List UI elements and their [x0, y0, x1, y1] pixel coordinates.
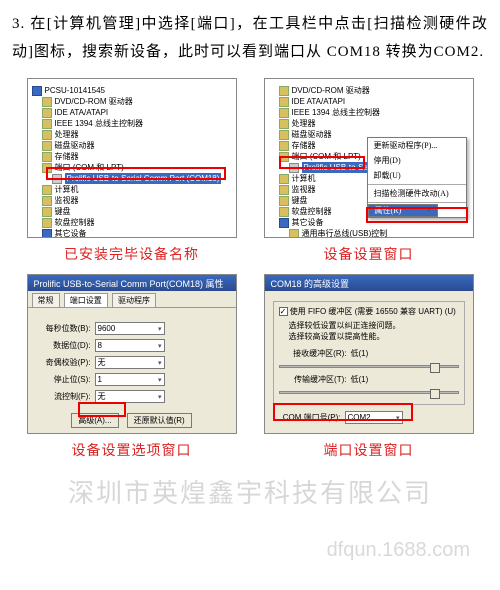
caption-top-right: 设备设置窗口 — [324, 244, 414, 264]
stop-select[interactable]: 1 — [95, 373, 165, 386]
tree-root: PCSU-10141545 — [32, 85, 232, 96]
cell-top-left: PCSU-10141545 DVD/CD-ROM 驱动器 IDE ATA/ATA… — [18, 78, 245, 264]
caption-top-left: 已安装完毕设备名称 — [64, 244, 199, 264]
tx-label: 传输缓冲区(T): — [279, 374, 347, 385]
step-number: 3. — [12, 16, 25, 32]
rx-slider[interactable] — [279, 365, 459, 368]
dialog-tabs: 常规 端口设置 驱动程序 — [28, 291, 236, 308]
tab-port-settings[interactable]: 端口设置 — [64, 293, 108, 307]
advanced-button[interactable]: 高级(A)... — [71, 413, 118, 428]
parity-select[interactable]: 无 — [95, 356, 165, 369]
menu-disable[interactable]: 停用(D) — [368, 153, 466, 168]
cell-bottom-right: COM18 的高级设置 ✓ 使用 FIFO 缓冲区 (需要 16550 兼容 U… — [255, 274, 482, 460]
cell-top-right: DVD/CD-ROM 驱动器 IDE ATA/ATAPI IEEE 1394 总… — [255, 78, 482, 264]
watermark-company: 深圳市英煌鑫宇科技有限公司 — [0, 473, 500, 510]
context-menu: 更新驱动程序(P)... 停用(D) 卸载(U) 扫描检测硬件改动(A) 属性(… — [367, 137, 467, 218]
baud-label: 每秒位数(B): — [36, 323, 91, 334]
screenshot-device-tree: PCSU-10141545 DVD/CD-ROM 驱动器 IDE ATA/ATA… — [27, 78, 237, 238]
menu-properties[interactable]: 属性(R) — [368, 204, 438, 217]
tx-slider[interactable] — [279, 391, 459, 394]
screenshot-advanced-settings: COM18 的高级设置 ✓ 使用 FIFO 缓冲区 (需要 16550 兼容 U… — [264, 274, 474, 434]
cell-bottom-left: Prolific USB-to-Serial Comm Port(COM18) … — [18, 274, 245, 460]
caption-bottom-left: 设备设置选项窗口 — [72, 440, 192, 460]
hint2: 选择较高设置以提高性能。 — [279, 331, 459, 342]
fifo-checkbox[interactable]: ✓ — [279, 307, 288, 316]
fifo-label: 使用 FIFO 缓冲区 (需要 16550 兼容 UART) (U) — [290, 307, 456, 316]
device-tree: PCSU-10141545 DVD/CD-ROM 驱动器 IDE ATA/ATA… — [28, 79, 236, 238]
rx-label: 接收缓冲区(R): — [279, 348, 347, 359]
menu-update-driver[interactable]: 更新驱动程序(P)... — [368, 138, 466, 153]
hint1: 选择较低设置以纠正连接问题。 — [279, 320, 459, 331]
data-label: 数据位(D): — [36, 340, 91, 351]
menu-scan-hardware[interactable]: 扫描检测硬件改动(A) — [368, 186, 466, 201]
caption-bottom-right: 端口设置窗口 — [324, 440, 414, 460]
menu-uninstall[interactable]: 卸载(U) — [368, 168, 466, 183]
instruction-body: 在[计算机管理]中选择[端口]，在工具栏中点击[扫描检测硬件改动]图标，搜索新设… — [12, 16, 488, 60]
watermark-url: dfqun.1688.com — [327, 539, 470, 562]
data-select[interactable]: 8 — [95, 339, 165, 352]
tab-general[interactable]: 常规 — [32, 293, 60, 307]
tree-port-group[interactable]: 端口 (COM 和 LPT) — [32, 162, 232, 173]
dialog-title: Prolific USB-to-Serial Comm Port(COM18) … — [28, 275, 236, 291]
instruction-text: 3. 在[计算机管理]中选择[端口]，在工具栏中点击[扫描检测硬件改动]图标，搜… — [12, 10, 488, 66]
flow-label: 流控制(F): — [36, 391, 91, 402]
baud-select[interactable]: 9600 — [95, 322, 165, 335]
advanced-title: COM18 的高级设置 — [265, 275, 473, 291]
parity-label: 奇偶校验(P): — [36, 357, 91, 368]
screenshot-port-settings: Prolific USB-to-Serial Comm Port(COM18) … — [27, 274, 237, 434]
tree-port-item[interactable]: Prolific USB-to-Serial Comm Port (COM18) — [32, 173, 232, 184]
restore-button[interactable]: 还原默认值(R) — [127, 413, 192, 428]
screenshot-context-menu: DVD/CD-ROM 驱动器 IDE ATA/ATAPI IEEE 1394 总… — [264, 78, 474, 238]
stop-label: 停止位(S): — [36, 374, 91, 385]
portnum-select[interactable]: COM2 — [345, 411, 403, 424]
screenshot-grid: PCSU-10141545 DVD/CD-ROM 驱动器 IDE ATA/ATA… — [12, 78, 488, 460]
tab-driver[interactable]: 驱动程序 — [112, 293, 156, 307]
portnum-label: COM 端口号(P): — [273, 412, 341, 423]
flow-select[interactable]: 无 — [95, 390, 165, 403]
